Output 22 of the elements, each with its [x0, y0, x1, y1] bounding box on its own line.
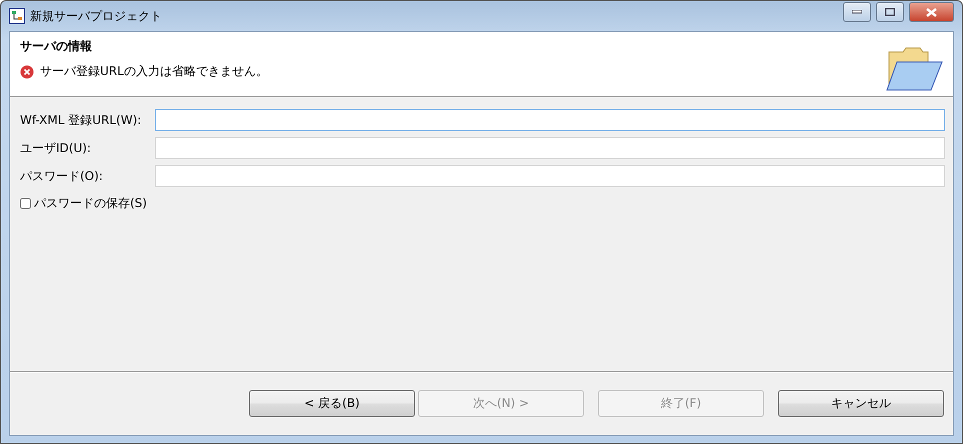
minimize-icon — [852, 10, 862, 14]
page-title: サーバの情報 — [20, 38, 93, 55]
window-title: 新規サーバプロジェクト — [30, 8, 163, 24]
close-icon — [926, 8, 937, 16]
error-icon — [20, 64, 34, 78]
field-label: パスワード(O): — [20, 168, 104, 184]
error-message: サーバ登録URLの入力は省略できません。 — [40, 63, 268, 80]
dialog-button[interactable]: キャンセル — [778, 390, 944, 417]
input-field[interactable] — [155, 137, 945, 159]
checkbox[interactable] — [20, 198, 31, 209]
maximize-icon — [885, 8, 895, 16]
input-field[interactable] — [155, 165, 945, 187]
checkbox-label: パスワードの保存(S) — [34, 195, 147, 212]
folder-icon — [885, 46, 943, 92]
maximize-button[interactable] — [876, 2, 904, 22]
dialog-button[interactable]: < 戻る(B) — [249, 390, 415, 417]
field-label: Wf-XML 登録URL(W): — [20, 112, 142, 128]
app-icon — [9, 8, 25, 24]
minimize-button[interactable] — [843, 2, 871, 22]
field-label: ユーザID(U): — [20, 140, 92, 156]
input-field[interactable] — [155, 109, 945, 131]
close-button[interactable] — [909, 2, 954, 22]
